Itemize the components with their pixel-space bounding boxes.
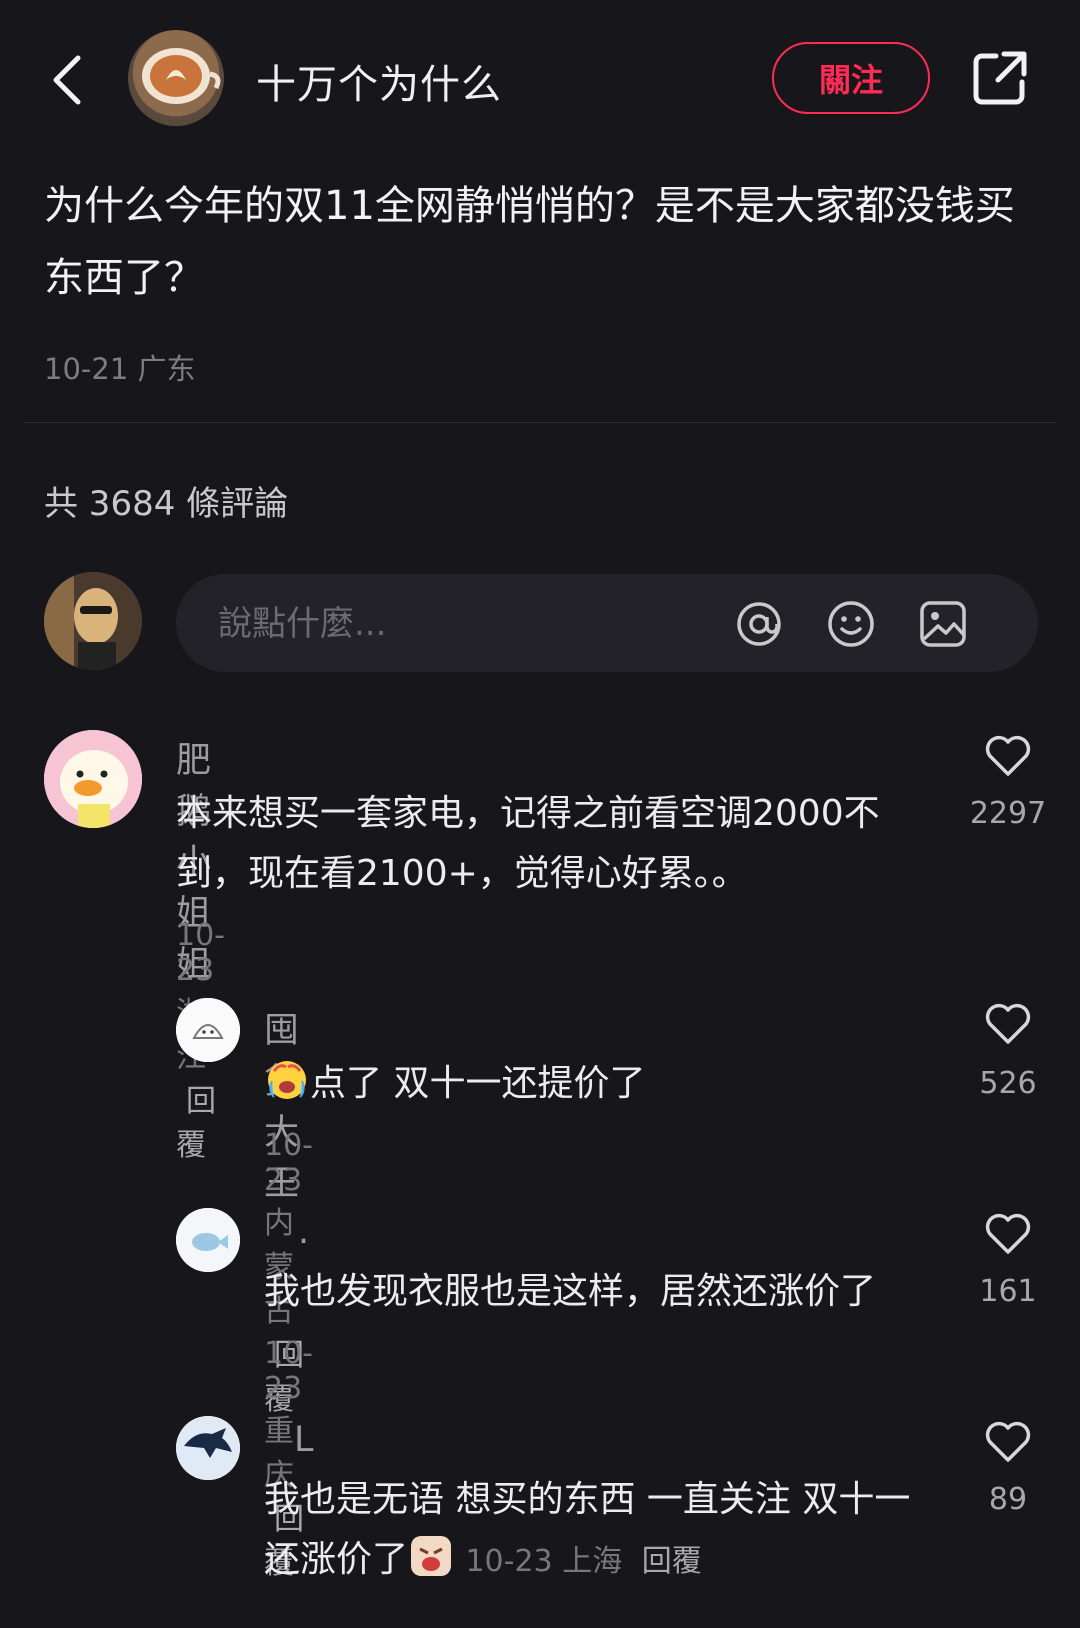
- replier-avatar[interactable]: [176, 998, 240, 1062]
- cartoon-face-avatar-icon: [176, 998, 240, 1062]
- comment-input-box[interactable]: [176, 574, 1038, 674]
- coffee-latte-icon: [142, 48, 221, 104]
- reply-button[interactable]: 回覆: [176, 1084, 216, 1163]
- post-meta: 10-21 广东: [44, 346, 196, 388]
- share-button[interactable]: [970, 48, 1030, 108]
- follow-button[interactable]: 關注: [772, 42, 930, 114]
- author-name[interactable]: 十万个为什么: [256, 52, 502, 110]
- top-bar: 十万个为什么 關注: [0, 0, 1080, 160]
- replier-avatar[interactable]: [176, 1416, 240, 1480]
- image-icon[interactable]: [918, 599, 968, 649]
- chevron-left-icon: [53, 55, 81, 105]
- duck-avatar-icon: [44, 730, 142, 828]
- reply-text: 我也发现衣服也是这样，居然还涨价了: [264, 1271, 877, 1312]
- comment-count: 共 3684 條評論: [44, 484, 289, 524]
- reply-date: 10-23: [264, 1336, 313, 1406]
- reply-text-content: 点了 双十一还提价了: [310, 1063, 646, 1104]
- reply-location: 上海: [562, 1544, 623, 1579]
- crying-face-icon: [268, 1061, 306, 1099]
- smiley-icon[interactable]: [826, 599, 876, 649]
- reply-text: 点了 双十一还提价了: [264, 1054, 924, 1114]
- like-count: 161: [979, 1274, 1037, 1309]
- commenter-avatar[interactable]: [44, 730, 142, 828]
- heart-outline-icon[interactable]: [984, 1212, 1032, 1256]
- reply-text: 我也是无语 想买的东西 一直关注 双十一还涨价了 10-23 上海 回覆: [264, 1470, 924, 1592]
- replier-name[interactable]: .: [298, 1212, 309, 1252]
- comment-input[interactable]: [216, 574, 740, 674]
- back-button[interactable]: [44, 50, 94, 110]
- user-photo-icon: [44, 572, 142, 670]
- current-user-avatar[interactable]: [44, 572, 142, 670]
- replier-name[interactable]: L: [294, 1420, 314, 1460]
- replier-avatar[interactable]: [176, 1208, 240, 1272]
- reply-button[interactable]: 回覆: [642, 1544, 702, 1579]
- author-avatar[interactable]: [128, 30, 224, 126]
- heart-outline-icon[interactable]: [984, 734, 1032, 778]
- divider: [24, 422, 1056, 423]
- heart-outline-icon[interactable]: [984, 1420, 1032, 1464]
- reply-date: 10-23: [465, 1544, 553, 1579]
- fish-avatar-icon: [176, 1208, 240, 1272]
- post-title: 为什么今年的双11全网静悄悄的？是不是大家都没钱买东西了？: [44, 183, 1015, 301]
- post-location: 广东: [137, 352, 196, 386]
- comment-text: 本来想买一套家电，记得之前看空调2000不到，现在看2100+，觉得心好累。。: [176, 793, 880, 894]
- angry-face-icon: [411, 1536, 452, 1576]
- post-date: 10-21: [44, 352, 129, 386]
- comment-date: 10-23: [176, 918, 225, 988]
- like-count: 526: [979, 1066, 1037, 1101]
- silhouette-avatar-icon: [176, 1416, 240, 1480]
- at-icon[interactable]: [734, 599, 784, 649]
- heart-outline-icon[interactable]: [984, 1002, 1032, 1046]
- like-count: 89: [988, 1482, 1028, 1517]
- share-external-icon: [973, 51, 1027, 105]
- reply-meta: 10-23 上海 回覆: [465, 1544, 701, 1579]
- like-count: 2297: [969, 796, 1047, 831]
- reply-date: 10-23: [264, 1128, 313, 1198]
